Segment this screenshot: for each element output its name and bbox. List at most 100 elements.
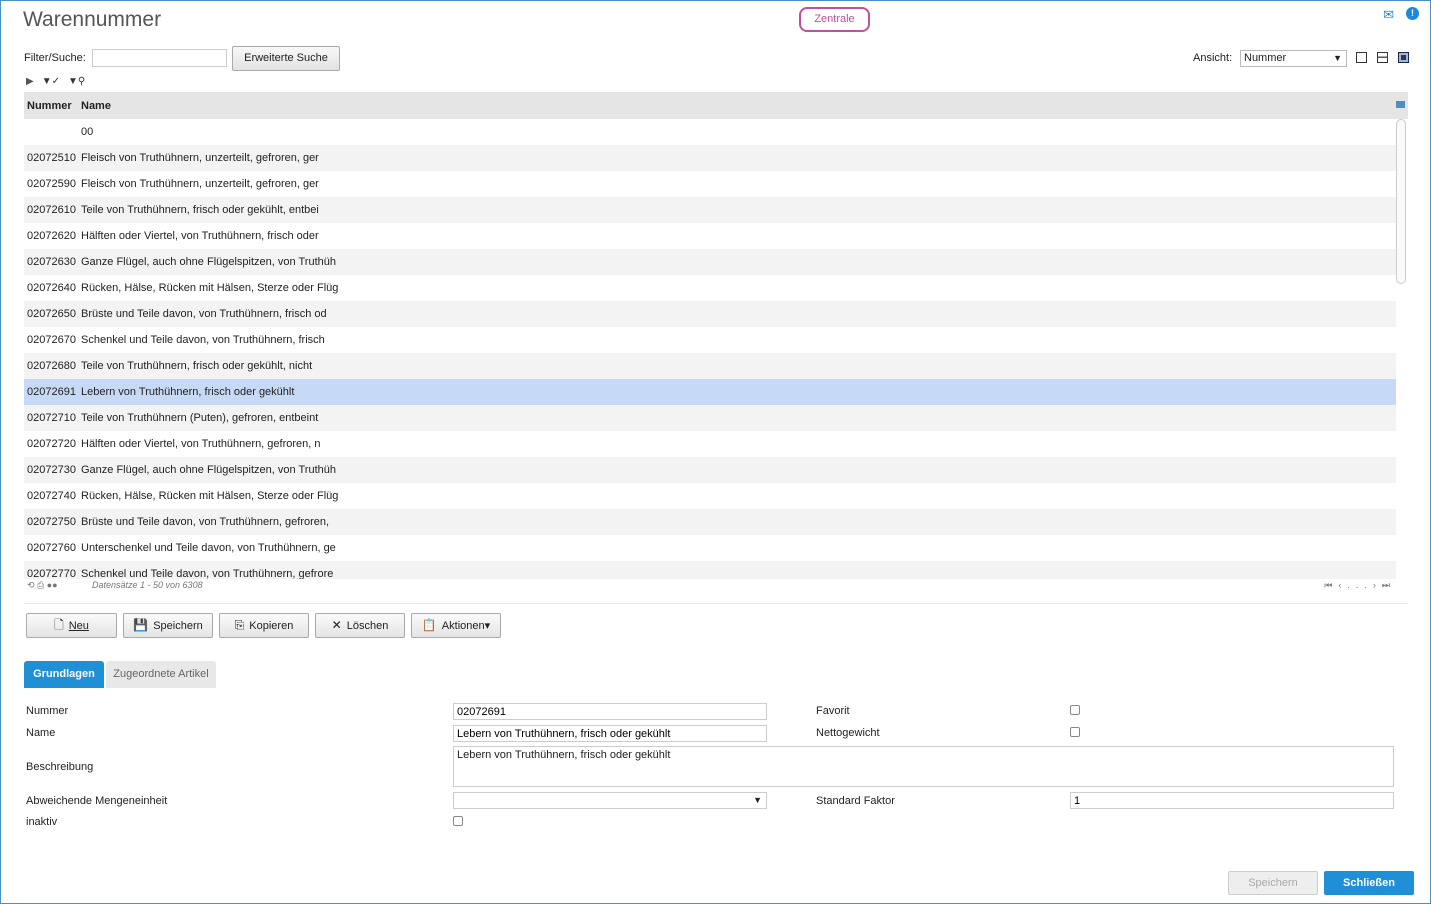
footer-save-button[interactable]: Speichern: [1228, 871, 1318, 895]
table-row[interactable]: 02072650 Brüste und Teile davon, von Trut…: [24, 301, 1396, 327]
filter-icons: ▶ ▼✓ ▼⚲: [26, 76, 85, 87]
column-header-name[interactable]: Name: [81, 100, 111, 112]
table-row[interactable]: 02072720 Hälften oder Viertel, von Truthü…: [24, 431, 1396, 457]
top-icons: ✉ !: [1383, 7, 1419, 23]
table-row[interactable]: 02072691 Lebern von Truthühnern, frisch o…: [24, 379, 1396, 405]
mengeneinheit-label: Abweichende Mengeneinheit: [26, 795, 168, 807]
close-button[interactable]: Schließen: [1324, 871, 1414, 895]
name-field[interactable]: [453, 725, 767, 742]
pager: ⟲ ⎙ ●● Datensätze 1 - 50 von 6308 ⏮‹...›…: [24, 580, 1396, 594]
dropdown-arrow-icon: ▼: [753, 795, 762, 805]
last-page-icon[interactable]: ⏭: [1382, 580, 1396, 590]
next-page-icon[interactable]: ›: [1373, 580, 1382, 590]
actions-button[interactable]: 📋 Aktionen▾: [411, 613, 501, 638]
table-row[interactable]: 02072590 Fleisch von Truthühnern, unzerte…: [24, 171, 1396, 197]
nettogewicht-checkbox[interactable]: [1070, 727, 1080, 737]
table-row[interactable]: 02072510 Fleisch von Truthühnern, unzerte…: [24, 145, 1396, 171]
table-row[interactable]: 02072670 Schenkel und Teile davon, von Tr…: [24, 327, 1396, 353]
table-row[interactable]: 02072770 Schenkel und Teile davon, von Tr…: [24, 561, 1396, 579]
favorit-checkbox[interactable]: [1070, 705, 1080, 715]
table-row[interactable]: 02072620 Hälften oder Viertel, von Truthü…: [24, 223, 1396, 249]
first-page-icon[interactable]: ⏮: [1324, 580, 1338, 590]
help-icon[interactable]: !: [1406, 7, 1419, 20]
copy-button[interactable]: ⎘ Kopieren: [219, 613, 309, 638]
table-row[interactable]: 02072750 Brüste und Teile davon, von Trut…: [24, 509, 1396, 535]
cell-nummer: 02072640: [27, 282, 76, 294]
close-icon: ✕: [331, 618, 342, 632]
cell-name: Hälften oder Viertel, von Truthühnern, f…: [81, 230, 319, 242]
view-label: Ansicht:: [1193, 52, 1233, 64]
context-button[interactable]: Zentrale: [799, 7, 870, 32]
filter-apply-icon[interactable]: ▼✓: [42, 76, 60, 87]
cell-nummer: 02072630: [27, 256, 76, 268]
view-single-icon[interactable]: [1356, 52, 1367, 63]
copy-icon: ⎘: [234, 618, 245, 632]
cell-name: Rücken, Hälse, Rücken mit Hälsen, Sterze…: [81, 490, 339, 502]
new-button[interactable]: 🗋 Neu: [26, 613, 117, 638]
cell-nummer: 02072730: [27, 464, 76, 476]
divider: [24, 603, 1408, 604]
filter-input[interactable]: [92, 49, 227, 67]
cell-name: Fleisch von Truthühnern, unzerteilt, gef…: [81, 178, 319, 190]
table-row[interactable]: 02072710 Teile von Truthühnern (Puten), g…: [24, 405, 1396, 431]
expand-arrow-icon[interactable]: ▶: [26, 76, 34, 87]
grid-header: Nummer Name: [24, 92, 1408, 119]
table-row[interactable]: 02072610 Teile von Truthühnern, frisch od…: [24, 197, 1396, 223]
cell-name: Hälften oder Viertel, von Truthühnern, g…: [81, 438, 321, 450]
grid-scrollbar[interactable]: [1396, 119, 1406, 284]
cell-name: Lebern von Truthühnern, frisch oder gekü…: [81, 386, 295, 398]
beschreibung-field[interactable]: Lebern von Truthühnern, frisch oder gekü…: [453, 746, 1394, 787]
cell-nummer: 02072510: [27, 152, 76, 164]
delete-button[interactable]: ✕ Löschen: [315, 613, 405, 638]
column-chooser-icon[interactable]: [1396, 101, 1405, 108]
mengeneinheit-select[interactable]: ▼: [453, 792, 767, 809]
cell-name: Fleisch von Truthühnern, unzerteilt, gef…: [81, 152, 319, 164]
inaktiv-label: inaktiv: [26, 816, 58, 828]
cell-name: Teile von Truthühnern (Puten), gefroren,…: [81, 412, 319, 424]
cell-nummer: 02072691: [27, 386, 76, 398]
table-row[interactable]: 02072730 Ganze Flügel, auch ohne Flügelsp…: [24, 457, 1396, 483]
cell-nummer: 02072770: [27, 568, 76, 579]
column-header-nummer[interactable]: Nummer: [27, 100, 72, 112]
favorit-label: Favorit: [816, 705, 850, 717]
beschreibung-label: Beschreibung: [26, 761, 94, 773]
table-row[interactable]: 00: [24, 119, 1396, 145]
table-row[interactable]: 02072630 Ganze Flügel, auch ohne Flügelsp…: [24, 249, 1396, 275]
faktor-field[interactable]: [1070, 792, 1394, 809]
cell-nummer: 02072710: [27, 412, 76, 424]
cell-name: Teile von Truthühnern, frisch oder geküh…: [81, 360, 313, 372]
view-full-icon[interactable]: [1398, 52, 1409, 63]
filter-search-icon[interactable]: ▼⚲: [68, 76, 85, 87]
cell-nummer: 02072740: [27, 490, 76, 502]
pager-info: Datensätze 1 - 50 von 6308: [92, 580, 203, 590]
document-icon: 🗋: [54, 618, 64, 632]
mail-icon[interactable]: ✉: [1383, 7, 1394, 23]
table-row[interactable]: 02072680 Teile von Truthühnern, frisch od…: [24, 353, 1396, 379]
copy-button-label: Kopieren: [249, 620, 294, 632]
table-row[interactable]: 02072760 Unterschenkel und Teile davon, v…: [24, 535, 1396, 561]
save-button[interactable]: 💾 Speichern: [123, 613, 213, 638]
view-split-icon[interactable]: [1377, 52, 1388, 63]
cell-nummer: 02072720: [27, 438, 76, 450]
clipboard-icon: 📋: [421, 618, 437, 632]
table-row[interactable]: 02072640 Rücken, Hälse, Rücken mit Hälsen…: [24, 275, 1396, 301]
tab-zugeordnete-artikel[interactable]: Zugeordnete Artikel: [106, 661, 216, 688]
inaktiv-checkbox[interactable]: [453, 816, 463, 826]
cell-name: 00: [81, 126, 94, 138]
view-select[interactable]: Nummer ▼: [1240, 50, 1347, 67]
tab-grundlagen[interactable]: Grundlagen: [24, 661, 104, 688]
cell-name: Unterschenkel und Teile davon, von Truth…: [81, 542, 336, 554]
new-button-label: Neu: [68, 620, 89, 632]
cell-name: Teile von Truthühnern, frisch oder geküh…: [81, 204, 319, 216]
cell-name: Schenkel und Teile davon, von Truthühner…: [81, 334, 325, 346]
nummer-field[interactable]: [453, 703, 767, 720]
cell-nummer: 02072650: [27, 308, 76, 320]
nettogewicht-label: Nettogewicht: [816, 727, 880, 739]
grid-body: 00 02072510 Fleisch von Truthühnern, unzer…: [24, 119, 1396, 579]
floppy-icon: 💾: [133, 618, 149, 632]
extended-search-button[interactable]: Erweiterte Suche: [232, 46, 340, 71]
faktor-label: Standard Faktor: [816, 795, 895, 807]
table-row[interactable]: 02072740 Rücken, Hälse, Rücken mit Hälsen…: [24, 483, 1396, 509]
pager-tools-icons[interactable]: ⟲ ⎙ ●●: [27, 580, 58, 591]
filter-label: Filter/Suche:: [24, 52, 86, 64]
